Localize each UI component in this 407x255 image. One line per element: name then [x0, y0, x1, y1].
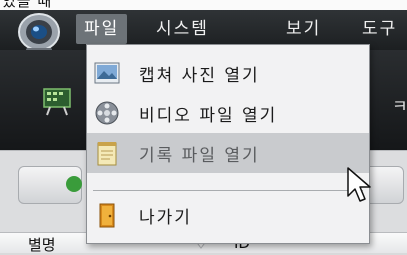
film-reel-icon [95, 101, 119, 125]
menu-item-open-record-file[interactable]: 기록 파일 열기 [87, 133, 369, 173]
menu-item-open-video-file[interactable]: 비디오 파일 열기 [87, 93, 369, 133]
menu-item-exit[interactable]: 나가기 [87, 195, 369, 235]
mouse-pointer-icon [347, 167, 371, 202]
menu-item-label: 비디오 파일 열기 [139, 106, 278, 126]
menu-item-label: 나가기 [139, 208, 192, 228]
notepad-icon [97, 142, 117, 166]
menu-system[interactable]: 시스템 [156, 14, 209, 44]
menu-item-open-capture-photo[interactable]: 캡쳐 사진 열기 [87, 53, 369, 93]
green-status-icon [66, 176, 82, 192]
exit-door-icon [99, 203, 115, 228]
menu-view[interactable]: 보기 [286, 14, 321, 44]
menu-tools[interactable]: 도구 [362, 14, 397, 44]
menu-item-label: 캡쳐 사진 열기 [139, 66, 260, 86]
presentation-board-icon[interactable] [42, 86, 72, 116]
picture-icon [94, 62, 120, 84]
webcam-app-icon[interactable] [14, 8, 64, 54]
file-dropdown-menu: 캡쳐 사진 열기 비디오 파일 열기 기록 파일 열기 나가기 [86, 44, 370, 244]
menu-file[interactable]: 파일 [76, 14, 128, 44]
menu-separator [93, 190, 363, 191]
menu-item-label: 기록 파일 열기 [139, 146, 260, 166]
toolbar-partial-text: ㅋ [392, 97, 407, 117]
